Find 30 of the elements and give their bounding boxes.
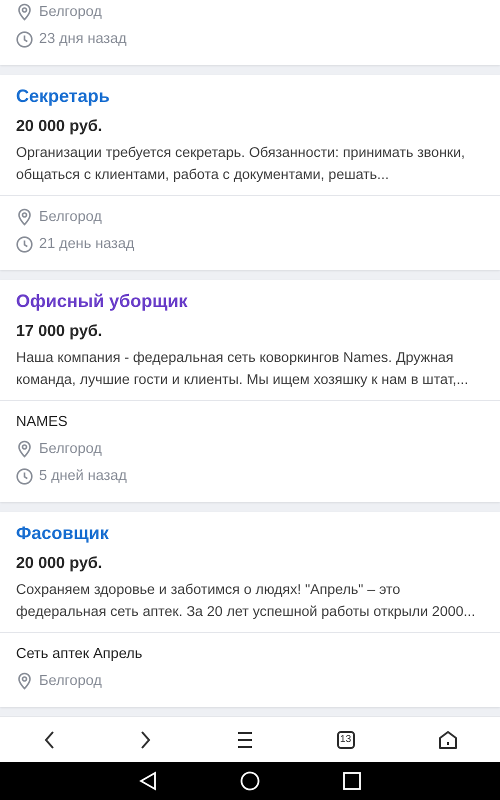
description-text: Сохраняем здоровье и заботимся о людях! "Апрель" – это федеральная сеть аптек. За 20 лет успешной работы открыли 2000...: [16, 581, 476, 622]
salary-text: 20 000 руб.: [16, 117, 104, 137]
salary-text: 20 000 руб.: [16, 554, 104, 574]
vacancy-title[interactable]: Фасовщик: [16, 521, 484, 545]
description-text: Наша компания - федеральная сеть коворкингов Names. Дружная команда, лучшие гости и клиенты. Мы ищем хозяшку к нам в штат,...: [16, 349, 470, 390]
posted-date: 21 день назад: [39, 235, 134, 254]
clock-icon: [16, 236, 33, 252]
location-pin-icon: [16, 672, 33, 690]
recents-icon[interactable]: [342, 771, 362, 791]
clock-icon: [16, 468, 33, 484]
company-name: Сеть аптек Апрель: [16, 645, 144, 664]
city-text: Белгород: [39, 672, 102, 691]
city-text: Белгород: [39, 440, 102, 459]
vacancy-title[interactable]: Офисный уборщик: [16, 289, 484, 313]
clock-icon: [16, 30, 33, 48]
posted-date: 5 дней назад: [39, 467, 127, 486]
company-name: NAMES: [16, 413, 69, 432]
home-icon[interactable]: [438, 730, 458, 750]
tab-count-button[interactable]: 13: [336, 730, 355, 748]
menu-icon[interactable]: [236, 730, 253, 748]
location-pin-icon: [16, 440, 33, 458]
salary-text: 17 000 руб.: [16, 322, 104, 342]
back-icon[interactable]: [138, 771, 158, 791]
vacancy-title[interactable]: Секретарь: [16, 84, 484, 108]
city-text: Белгород: [39, 3, 102, 22]
posted-date: 23 дня назад: [39, 30, 127, 49]
city-text: Белгород: [39, 208, 102, 227]
description-text: Организации требуется секретарь. Обязанности: принимать звонки, общаться с клиентами, работа с документами, решать...: [16, 144, 466, 185]
location-pin-icon: [16, 3, 33, 21]
location-pin-icon: [16, 208, 33, 226]
